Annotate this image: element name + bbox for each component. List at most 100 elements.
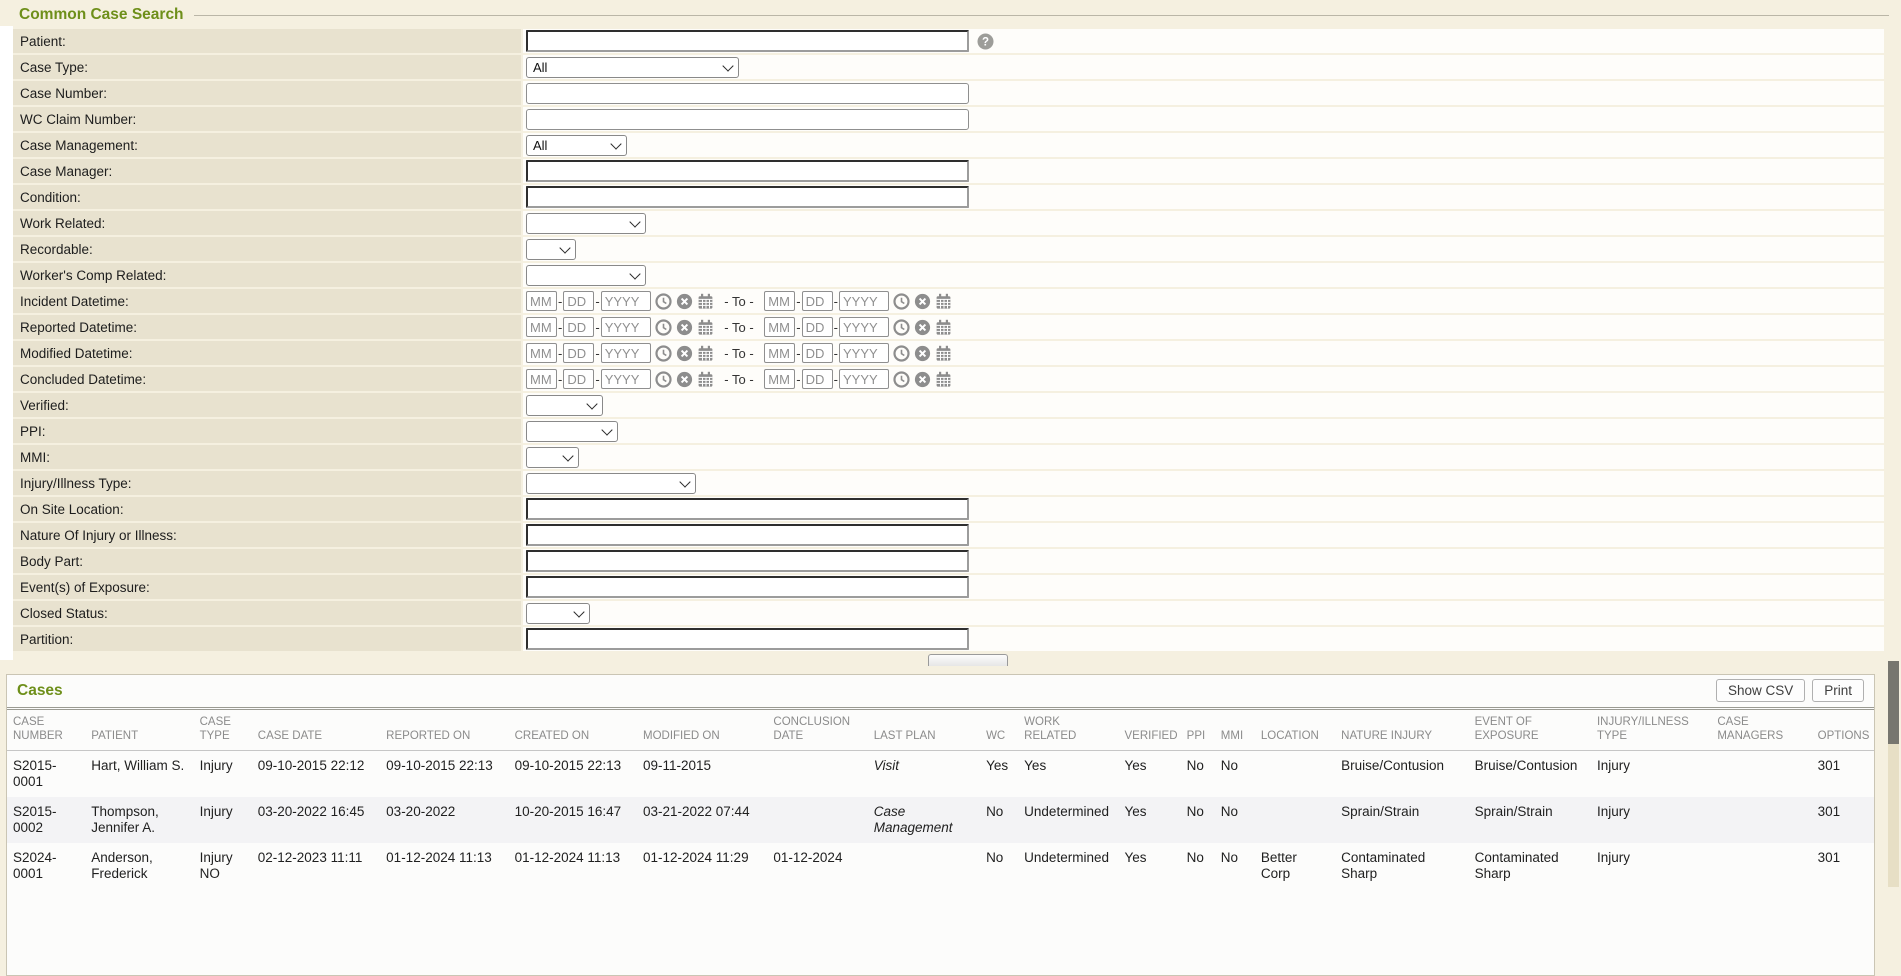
column-header[interactable]: VERIFIED bbox=[1118, 710, 1180, 750]
column-header[interactable]: PATIENT bbox=[85, 710, 193, 750]
select-dropdown[interactable] bbox=[526, 473, 696, 494]
table-row[interactable]: S2015-0001Hart, William S.Injury09-10-20… bbox=[7, 750, 1874, 796]
select-dropdown[interactable] bbox=[526, 603, 590, 624]
to-month-input[interactable] bbox=[764, 369, 795, 389]
from-month-input[interactable] bbox=[526, 369, 557, 389]
column-header[interactable]: NATURE INJURY bbox=[1335, 710, 1468, 750]
calendar-icon[interactable] bbox=[935, 371, 952, 388]
from-day-input[interactable] bbox=[563, 317, 594, 337]
text-input[interactable] bbox=[526, 628, 969, 650]
clear-icon[interactable] bbox=[676, 293, 693, 310]
to-day-input[interactable] bbox=[802, 317, 833, 337]
column-header[interactable]: WORK RELATED bbox=[1018, 710, 1118, 750]
column-header[interactable]: EVENT OF EXPOSURE bbox=[1469, 710, 1591, 750]
column-header[interactable]: REPORTED ON bbox=[380, 710, 508, 750]
clock-icon[interactable] bbox=[655, 345, 672, 362]
column-header[interactable]: CASE TYPE bbox=[194, 710, 252, 750]
from-day-input[interactable] bbox=[563, 369, 594, 389]
column-header[interactable]: CASE NUMBER bbox=[7, 710, 85, 750]
clear-icon[interactable] bbox=[676, 371, 693, 388]
column-header[interactable]: LOCATION bbox=[1255, 710, 1335, 750]
text-input[interactable] bbox=[526, 524, 969, 546]
calendar-icon[interactable] bbox=[935, 319, 952, 336]
to-month-input[interactable] bbox=[764, 343, 795, 363]
text-input[interactable] bbox=[526, 186, 969, 208]
column-header[interactable]: WC bbox=[980, 710, 1018, 750]
calendar-icon[interactable] bbox=[697, 293, 714, 310]
select-dropdown[interactable]: All bbox=[526, 135, 627, 156]
select-value: All bbox=[533, 138, 547, 153]
to-year-input[interactable] bbox=[839, 369, 889, 389]
clock-icon[interactable] bbox=[655, 319, 672, 336]
column-header[interactable]: CASE MANAGERS bbox=[1711, 710, 1811, 750]
table-row[interactable]: S2024-0001Anderson, FrederickInjury NO02… bbox=[7, 843, 1874, 889]
column-header[interactable]: CONCLUSION DATE bbox=[767, 710, 867, 750]
column-header[interactable]: OPTIONS bbox=[1812, 710, 1874, 750]
clock-icon[interactable] bbox=[893, 319, 910, 336]
column-header[interactable]: MMI bbox=[1215, 710, 1255, 750]
to-year-input[interactable] bbox=[839, 291, 889, 311]
from-year-input[interactable] bbox=[601, 369, 651, 389]
text-input[interactable] bbox=[526, 30, 969, 52]
field-label: Worker's Comp Related: bbox=[13, 263, 521, 287]
from-year-input[interactable] bbox=[601, 343, 651, 363]
page-scrollbar[interactable] bbox=[1888, 661, 1899, 887]
select-dropdown[interactable] bbox=[526, 213, 646, 234]
from-month-input[interactable] bbox=[526, 291, 557, 311]
clear-icon[interactable] bbox=[676, 345, 693, 362]
calendar-icon[interactable] bbox=[935, 345, 952, 362]
to-day-input[interactable] bbox=[802, 369, 833, 389]
calendar-icon[interactable] bbox=[935, 293, 952, 310]
to-year-input[interactable] bbox=[839, 317, 889, 337]
from-month-input[interactable] bbox=[526, 343, 557, 363]
column-header[interactable]: INJURY/ILLNESS TYPE bbox=[1591, 710, 1711, 750]
print-button[interactable]: Print bbox=[1812, 679, 1864, 702]
from-year-input[interactable] bbox=[601, 317, 651, 337]
from-year-input[interactable] bbox=[601, 291, 651, 311]
column-header[interactable]: PPI bbox=[1181, 710, 1215, 750]
to-day-input[interactable] bbox=[802, 343, 833, 363]
column-header[interactable]: LAST PLAN bbox=[868, 710, 980, 750]
table-row[interactable]: S2015-0002Thompson, Jennifer A.Injury03-… bbox=[7, 797, 1874, 843]
select-dropdown[interactable] bbox=[526, 239, 576, 260]
select-dropdown[interactable] bbox=[526, 265, 646, 286]
text-input[interactable] bbox=[526, 83, 969, 104]
search-button[interactable] bbox=[928, 654, 1008, 666]
calendar-icon[interactable] bbox=[697, 319, 714, 336]
text-input[interactable] bbox=[526, 550, 969, 572]
text-input[interactable] bbox=[526, 109, 969, 130]
to-month-input[interactable] bbox=[764, 291, 795, 311]
clock-icon[interactable] bbox=[893, 371, 910, 388]
calendar-icon[interactable] bbox=[697, 371, 714, 388]
clock-icon[interactable] bbox=[893, 293, 910, 310]
clear-icon[interactable] bbox=[676, 319, 693, 336]
clock-icon[interactable] bbox=[655, 371, 672, 388]
show-csv-button[interactable]: Show CSV bbox=[1716, 679, 1805, 702]
scrollbar-thumb[interactable] bbox=[1888, 661, 1899, 744]
field-label: Case Type: bbox=[13, 55, 521, 79]
column-header[interactable]: CREATED ON bbox=[509, 710, 637, 750]
from-day-input[interactable] bbox=[563, 343, 594, 363]
calendar-icon[interactable] bbox=[697, 345, 714, 362]
clock-icon[interactable] bbox=[893, 345, 910, 362]
to-month-input[interactable] bbox=[764, 317, 795, 337]
text-input[interactable] bbox=[526, 498, 969, 520]
text-input[interactable] bbox=[526, 160, 969, 182]
clear-icon[interactable] bbox=[914, 371, 931, 388]
help-icon[interactable]: ? bbox=[977, 33, 994, 50]
clear-icon[interactable] bbox=[914, 293, 931, 310]
clear-icon[interactable] bbox=[914, 319, 931, 336]
select-dropdown[interactable] bbox=[526, 421, 618, 442]
select-dropdown[interactable] bbox=[526, 395, 603, 416]
select-dropdown[interactable] bbox=[526, 447, 579, 468]
column-header[interactable]: CASE DATE bbox=[252, 710, 380, 750]
from-day-input[interactable] bbox=[563, 291, 594, 311]
clear-icon[interactable] bbox=[914, 345, 931, 362]
to-year-input[interactable] bbox=[839, 343, 889, 363]
to-day-input[interactable] bbox=[802, 291, 833, 311]
select-dropdown[interactable]: All bbox=[526, 57, 739, 78]
column-header[interactable]: MODIFIED ON bbox=[637, 710, 767, 750]
from-month-input[interactable] bbox=[526, 317, 557, 337]
clock-icon[interactable] bbox=[655, 293, 672, 310]
text-input[interactable] bbox=[526, 576, 969, 598]
